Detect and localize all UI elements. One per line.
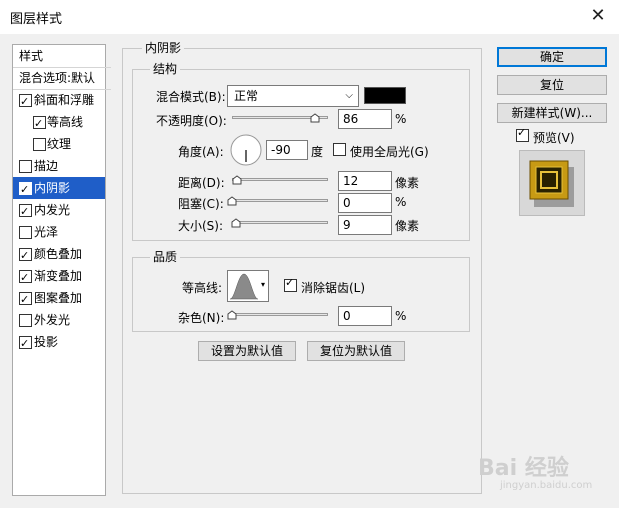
size-label: 大小(S): [178,219,224,233]
style-preview-thumbnail [519,150,585,216]
reset-default-button[interactable]: 复位为默认值 [307,341,405,361]
style-item-checkbox[interactable] [19,179,32,199]
style-item-label: 渐变叠加 [34,269,83,283]
style-item-label: 内发光 [34,203,71,217]
global-light-checkbox[interactable] [333,143,346,156]
title-bar [0,0,619,34]
choke-input[interactable]: 0 [338,193,392,213]
style-item-checkbox[interactable] [19,267,32,287]
inner-shadow-title: 内阴影 [142,41,185,55]
style-item[interactable]: 颜色叠加 [13,243,105,265]
style-item-label: 图案叠加 [34,291,83,305]
angle-unit: 度 [311,145,324,159]
watermark-logo: Bai 经验 [478,456,569,481]
style-item-label: 等高线 [47,115,84,129]
angle-label: 角度(A): [178,145,224,159]
style-item-label: 投影 [34,335,59,349]
blend-options-item[interactable]: 混合选项:默认 [13,67,111,90]
style-item[interactable]: 图案叠加 [13,287,105,309]
opacity-label: 不透明度(O): [156,114,227,128]
choke-slider-track[interactable] [232,199,328,202]
style-item[interactable]: 内阴影 [13,177,105,199]
style-list-panel: 样式 混合选项:默认 斜面和浮雕等高线纹理描边内阴影内发光光泽颜色叠加渐变叠加图… [12,44,111,496]
distance-slider-thumb[interactable] [232,175,242,185]
style-item[interactable]: 等高线 [13,111,105,133]
blend-mode-label: 混合模式(B): [156,90,226,104]
style-item-checkbox[interactable] [19,91,32,111]
noise-label: 杂色(N): [178,311,225,325]
antialias-label[interactable]: 消除锯齿(L) [301,279,365,296]
distance-unit: 像素 [395,176,420,190]
style-item-label: 内阴影 [34,181,71,195]
style-item[interactable]: 光泽 [13,221,105,243]
style-item-checkbox[interactable] [19,314,32,327]
chevron-down-icon: ⌵ [345,90,353,101]
quality-title: 品质 [150,250,181,264]
contour-picker[interactable]: ▾ [227,270,269,302]
style-item-checkbox[interactable] [19,289,32,309]
noise-unit: % [395,309,407,323]
contour-label: 等高线: [182,281,223,295]
style-item-checkbox[interactable] [19,245,32,265]
style-item-label: 纹理 [47,137,72,151]
style-item-label: 外发光 [34,313,71,327]
close-icon[interactable]: ✕ [586,4,610,28]
style-item-checkbox[interactable] [19,201,32,221]
distance-label: 距离(D): [178,176,225,190]
distance-input[interactable]: 12 [338,171,392,191]
gold-frame-preview-icon [529,160,574,207]
style-item-checkbox[interactable] [19,333,32,353]
style-item-label: 斜面和浮雕 [34,93,95,107]
global-light-label[interactable]: 使用全局光(G) [350,143,429,160]
opacity-unit: % [395,112,407,126]
contour-dropdown-icon[interactable]: ▾ [261,280,265,289]
new-style-button[interactable]: 新建样式(W)... [497,103,607,123]
style-item[interactable]: 外发光 [13,309,105,331]
style-item[interactable]: 斜面和浮雕 [13,89,105,111]
antialias-checkbox[interactable] [284,276,297,292]
preview-label[interactable]: 预览(V) [533,129,575,146]
style-item-label: 光泽 [34,225,59,239]
style-item[interactable]: 描边 [13,155,105,177]
choke-unit: % [395,195,407,209]
set-default-button[interactable]: 设置为默认值 [198,341,296,361]
style-item-checkbox[interactable] [33,138,46,151]
style-item[interactable]: 内发光 [13,199,105,221]
window-title: 图层样式 [10,12,63,27]
noise-slider-track[interactable] [232,313,328,316]
preview-checkbox[interactable] [516,126,529,142]
style-item[interactable]: 投影 [13,331,105,353]
reset-button[interactable]: 复位 [497,75,607,95]
angle-dial[interactable] [230,134,262,166]
distance-slider-track[interactable] [232,178,328,181]
blend-mode-select[interactable]: 正常 ⌵ [227,85,359,107]
style-item-label: 颜色叠加 [34,247,83,261]
style-item-label: 描边 [34,159,59,173]
ok-button[interactable]: 确定 [497,47,607,67]
style-item[interactable]: 纹理 [13,133,105,155]
size-unit: 像素 [395,219,420,233]
style-item[interactable]: 渐变叠加 [13,265,105,287]
size-slider-thumb[interactable] [231,218,241,228]
style-item-checkbox[interactable] [19,160,32,173]
noise-slider-thumb[interactable] [227,310,237,320]
size-input[interactable]: 9 [338,215,392,235]
style-item-checkbox[interactable] [33,113,46,133]
structure-title: 结构 [150,62,181,76]
watermark-url: jingyan.baidu.com [500,480,593,491]
noise-input[interactable]: 0 [338,306,392,326]
opacity-slider-thumb[interactable] [310,113,320,123]
choke-slider-thumb[interactable] [227,196,237,206]
style-item-checkbox[interactable] [19,226,32,239]
blend-color-swatch[interactable] [364,87,406,104]
styles-header[interactable]: 样式 [13,45,111,68]
opacity-input[interactable]: 86 [338,109,392,129]
angle-input[interactable]: -90 [266,140,308,160]
blend-mode-value: 正常 [234,89,259,103]
size-slider-track[interactable] [232,221,328,224]
choke-label: 阻塞(C): [178,197,224,211]
contour-preview-icon [229,273,259,300]
